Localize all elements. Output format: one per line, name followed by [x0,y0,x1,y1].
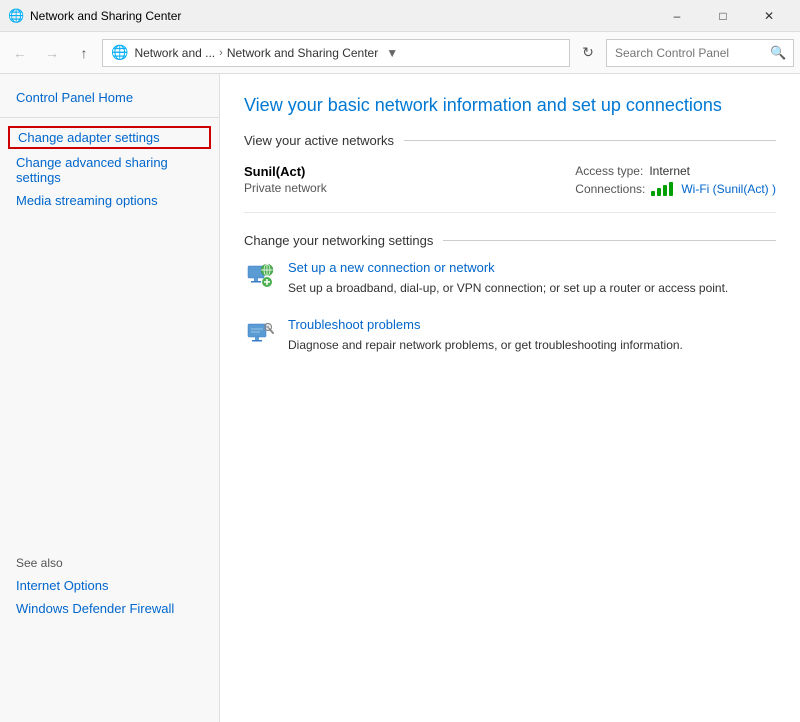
minimize-button[interactable]: – [654,0,700,32]
setup-connection-text: Set up a new connection or network Set u… [288,260,776,297]
sidebar-item-windows-firewall[interactable]: Windows Defender Firewall [0,597,219,620]
up-arrow-button[interactable]: ↑ [70,39,98,67]
network-left: Sunil(Act) Private network [244,164,327,200]
main-layout: Control Panel Home Change adapter settin… [0,74,800,722]
network-type: Private network [244,181,327,195]
settings-divider [443,240,776,241]
refresh-button[interactable]: ↻ [574,39,602,67]
troubleshoot-svg [246,319,274,347]
change-sharing-link[interactable]: Change advanced sharing settings [16,155,168,185]
wifi-signal-icon [651,182,673,196]
troubleshoot-text: Troubleshoot problems Diagnose and repai… [288,317,776,354]
new-connection-icon [244,260,276,292]
wifi-connection-link[interactable]: Wi-Fi (Sunil(Act) ) [681,182,776,196]
breadcrumb-icon: 🌐 [111,44,128,61]
sidebar: Control Panel Home Change adapter settin… [0,74,220,722]
search-icon: 🔍 [770,45,786,61]
troubleshoot-item: Troubleshoot problems Diagnose and repai… [244,317,776,354]
network-name: Sunil(Act) [244,164,327,179]
control-panel-home-link[interactable]: Control Panel Home [16,90,133,105]
media-streaming-link[interactable]: Media streaming options [16,193,158,208]
connections-label: Connections: [575,182,645,196]
settings-section-header: Change your networking settings [244,233,776,248]
back-button[interactable]: ← [6,39,34,67]
network-info: Sunil(Act) Private network Access type: … [244,160,776,213]
maximize-button[interactable]: □ [700,0,746,32]
access-type-value: Internet [649,164,690,178]
breadcrumb-bar: 🌐 Network and ... › Network and Sharing … [102,39,570,67]
troubleshoot-link[interactable]: Troubleshoot problems [288,317,776,332]
sidebar-item-home[interactable]: Control Panel Home [0,86,219,109]
access-type-label: Access type: [575,164,643,178]
setup-connection-item: Set up a new connection or network Set u… [244,260,776,297]
new-connection-svg [246,262,274,290]
troubleshoot-desc: Diagnose and repair network problems, or… [288,338,683,352]
close-button[interactable]: ✕ [746,0,792,32]
network-right: Access type: Internet Connections: Wi-Fi… [575,164,776,200]
setup-connection-desc: Set up a broadband, dial-up, or VPN conn… [288,281,728,295]
access-type-detail: Access type: Internet [575,164,776,178]
windows-firewall-link[interactable]: Windows Defender Firewall [16,601,174,616]
active-networks-label: View your active networks [244,133,394,148]
search-box: 🔍 [606,39,794,67]
troubleshoot-icon [244,317,276,349]
app-icon: 🌐 [8,8,24,24]
breadcrumb-separator: › [219,47,223,59]
see-also-label: See also [0,552,219,574]
content-area: View your basic network information and … [220,74,800,722]
change-adapter-link[interactable]: Change adapter settings [18,130,160,145]
window-title: Network and Sharing Center [30,9,654,23]
wifi-bar-3 [663,185,667,196]
address-bar: ← → ↑ 🌐 Network and ... › Network and Sh… [0,32,800,74]
internet-options-link[interactable]: Internet Options [16,578,109,593]
sidebar-item-change-adapter[interactable]: Change adapter settings [8,126,211,149]
breadcrumb-part2[interactable]: Network and Sharing Center [227,46,378,60]
setup-connection-link[interactable]: Set up a new connection or network [288,260,776,275]
wifi-bar-4 [669,182,673,196]
sidebar-item-change-sharing[interactable]: Change advanced sharing settings [0,151,219,189]
wifi-bar-2 [657,188,661,196]
search-input[interactable] [615,46,770,60]
settings-label: Change your networking settings [244,233,433,248]
window-controls: – □ ✕ [654,0,792,32]
active-networks-header: View your active networks [244,133,776,148]
sidebar-divider [0,117,219,118]
sidebar-item-internet-options[interactable]: Internet Options [0,574,219,597]
breadcrumb-dropdown-icon[interactable]: ▼ [386,46,398,60]
breadcrumb-part1[interactable]: Network and ... [134,46,215,60]
wifi-bar-1 [651,191,655,196]
sidebar-item-media-streaming[interactable]: Media streaming options [0,189,219,212]
connections-detail: Connections: Wi-Fi (Sunil(Act) ) [575,182,776,196]
title-bar: 🌐 Network and Sharing Center – □ ✕ [0,0,800,32]
forward-button[interactable]: → [38,39,66,67]
settings-section: Set up a new connection or network Set u… [244,260,776,354]
section-divider [404,140,776,141]
page-title: View your basic network information and … [244,94,776,117]
